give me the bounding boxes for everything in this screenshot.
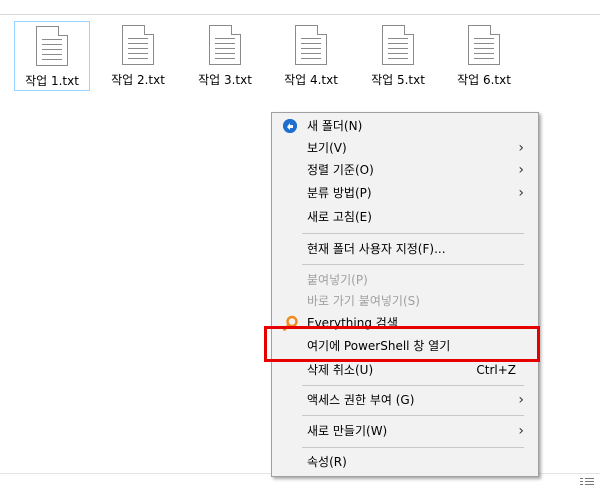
menu-label: 속성(R) bbox=[307, 455, 347, 469]
menu-label: 새로 고침(E) bbox=[307, 210, 372, 224]
menu-item-undo-delete[interactable]: 삭제 취소(U) Ctrl+Z bbox=[272, 359, 538, 381]
text-file-icon bbox=[295, 25, 327, 65]
new-folder-icon bbox=[283, 119, 297, 133]
menu-item-sort-by[interactable]: 정렬 기준(O) › bbox=[272, 159, 538, 181]
chevron-right-icon: › bbox=[518, 140, 524, 156]
menu-item-paste-shortcut: 바로 가기 붙여넣기(S) bbox=[272, 290, 538, 312]
details-view-icon[interactable] bbox=[580, 477, 594, 486]
text-file-icon bbox=[209, 25, 241, 65]
chevron-right-icon: › bbox=[518, 392, 524, 408]
menu-separator bbox=[302, 264, 524, 265]
menu-item-give-access[interactable]: 액세스 권한 부여 (G) › bbox=[272, 389, 538, 411]
chevron-right-icon: › bbox=[518, 423, 524, 439]
menu-label: 새 폴더(N) bbox=[307, 119, 363, 133]
menu-label: 정렬 기준(O) bbox=[307, 163, 374, 177]
file-item[interactable]: 작업 3.txt bbox=[187, 21, 263, 91]
menu-item-refresh[interactable]: 새로 고침(E) bbox=[272, 206, 538, 228]
menu-label: 분류 방법(P) bbox=[307, 186, 372, 200]
menu-label: 삭제 취소(U) bbox=[307, 363, 374, 377]
text-file-icon bbox=[122, 25, 154, 65]
file-item[interactable]: 작업 5.txt bbox=[360, 21, 436, 91]
menu-item-new-folder[interactable]: 새 폴더(N) bbox=[272, 115, 538, 137]
menu-item-group-by[interactable]: 분류 방법(P) › bbox=[272, 182, 538, 204]
file-item[interactable]: 작업 2.txt bbox=[100, 21, 176, 91]
menu-label: 새로 만들기(W) bbox=[307, 424, 388, 438]
menu-item-properties[interactable]: 속성(R) bbox=[272, 451, 538, 473]
menu-separator bbox=[302, 415, 524, 416]
menu-label: 액세스 권한 부여 (G) bbox=[307, 393, 415, 407]
menu-separator bbox=[302, 233, 524, 234]
menu-label: 현재 폴더 사용자 지정(F)... bbox=[307, 242, 446, 256]
menu-item-new[interactable]: 새로 만들기(W) › bbox=[272, 420, 538, 442]
menu-item-view[interactable]: 보기(V) › bbox=[272, 137, 538, 159]
file-item[interactable]: 작업 6.txt bbox=[446, 21, 522, 91]
file-name: 작업 4.txt bbox=[284, 73, 338, 87]
chevron-right-icon: › bbox=[518, 162, 524, 178]
menu-item-paste: 붙여넣기(P) bbox=[272, 269, 538, 291]
file-name: 작업 3.txt bbox=[198, 73, 252, 87]
menu-label: 보기(V) bbox=[307, 141, 347, 155]
file-name: 작업 1.txt bbox=[25, 74, 79, 88]
file-item[interactable]: 작업 1.txt bbox=[14, 21, 90, 91]
file-name: 작업 2.txt bbox=[111, 73, 165, 87]
menu-separator bbox=[302, 447, 524, 448]
file-name: 작업 6.txt bbox=[457, 73, 511, 87]
menu-shortcut: Ctrl+Z bbox=[476, 363, 516, 377]
menu-label: 바로 가기 붙여넣기(S) bbox=[307, 294, 420, 308]
menu-label: 붙여넣기(P) bbox=[307, 273, 368, 287]
file-item[interactable]: 작업 4.txt bbox=[273, 21, 349, 91]
file-name: 작업 5.txt bbox=[371, 73, 425, 87]
chevron-right-icon: › bbox=[518, 185, 524, 201]
text-file-icon bbox=[382, 25, 414, 65]
context-menu: 새 폴더(N) 보기(V) › 정렬 기준(O) › 분류 방법(P) › 새로… bbox=[271, 112, 539, 477]
annotation-highlight-box bbox=[264, 326, 540, 362]
text-file-icon bbox=[36, 26, 68, 66]
menu-separator bbox=[302, 385, 524, 386]
menu-item-customize-folder[interactable]: 현재 폴더 사용자 지정(F)... bbox=[272, 238, 538, 260]
text-file-icon bbox=[468, 25, 500, 65]
